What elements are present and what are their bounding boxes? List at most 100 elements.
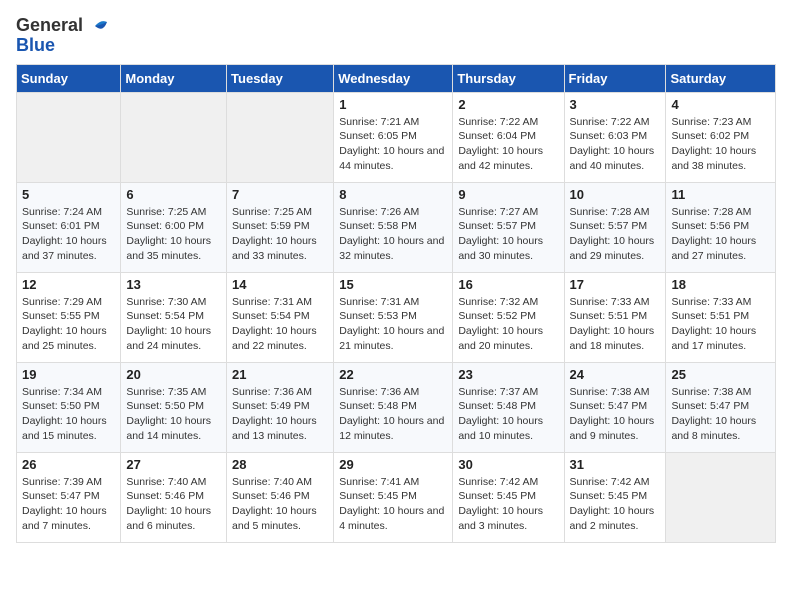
day-number: 23 [458, 367, 558, 382]
calendar-cell: 27 Sunrise: 7:40 AMSunset: 5:46 PMDayligh… [121, 452, 227, 542]
calendar-cell: 4 Sunrise: 7:23 AMSunset: 6:02 PMDaylight… [666, 92, 776, 182]
day-info: Sunrise: 7:34 AMSunset: 5:50 PMDaylight:… [22, 385, 115, 444]
day-info: Sunrise: 7:28 AMSunset: 5:57 PMDaylight:… [570, 205, 661, 264]
calendar-cell: 19 Sunrise: 7:34 AMSunset: 5:50 PMDayligh… [17, 362, 121, 452]
day-number: 10 [570, 187, 661, 202]
calendar-cell: 24 Sunrise: 7:38 AMSunset: 5:47 PMDayligh… [564, 362, 666, 452]
weekday-header-sunday: Sunday [17, 64, 121, 92]
calendar-cell: 18 Sunrise: 7:33 AMSunset: 5:51 PMDayligh… [666, 272, 776, 362]
day-number: 6 [126, 187, 221, 202]
day-info: Sunrise: 7:25 AMSunset: 5:59 PMDaylight:… [232, 205, 328, 264]
day-info: Sunrise: 7:29 AMSunset: 5:55 PMDaylight:… [22, 295, 115, 354]
day-info: Sunrise: 7:25 AMSunset: 6:00 PMDaylight:… [126, 205, 221, 264]
weekday-header-saturday: Saturday [666, 64, 776, 92]
calendar-cell: 31 Sunrise: 7:42 AMSunset: 5:45 PMDayligh… [564, 452, 666, 542]
day-info: Sunrise: 7:33 AMSunset: 5:51 PMDaylight:… [671, 295, 770, 354]
weekday-header-monday: Monday [121, 64, 227, 92]
day-info: Sunrise: 7:26 AMSunset: 5:58 PMDaylight:… [339, 205, 447, 264]
day-number: 14 [232, 277, 328, 292]
day-number: 28 [232, 457, 328, 472]
day-info: Sunrise: 7:38 AMSunset: 5:47 PMDaylight:… [671, 385, 770, 444]
day-number: 31 [570, 457, 661, 472]
day-number: 18 [671, 277, 770, 292]
day-number: 2 [458, 97, 558, 112]
calendar-cell: 23 Sunrise: 7:37 AMSunset: 5:48 PMDayligh… [453, 362, 564, 452]
day-number: 20 [126, 367, 221, 382]
day-info: Sunrise: 7:24 AMSunset: 6:01 PMDaylight:… [22, 205, 115, 264]
calendar-cell: 11 Sunrise: 7:28 AMSunset: 5:56 PMDayligh… [666, 182, 776, 272]
weekday-header-tuesday: Tuesday [227, 64, 334, 92]
day-number: 22 [339, 367, 447, 382]
day-number: 27 [126, 457, 221, 472]
calendar-cell: 12 Sunrise: 7:29 AMSunset: 5:55 PMDayligh… [17, 272, 121, 362]
day-info: Sunrise: 7:37 AMSunset: 5:48 PMDaylight:… [458, 385, 558, 444]
logo-blue-text: Blue [16, 36, 55, 56]
calendar-cell: 25 Sunrise: 7:38 AMSunset: 5:47 PMDayligh… [666, 362, 776, 452]
calendar-cell: 8 Sunrise: 7:26 AMSunset: 5:58 PMDaylight… [334, 182, 453, 272]
calendar-cell: 16Sunrise: 7:32 AMSunset: 5:52 PMDayligh… [453, 272, 564, 362]
day-number: 26 [22, 457, 115, 472]
calendar-cell: 9 Sunrise: 7:27 AMSunset: 5:57 PMDaylight… [453, 182, 564, 272]
day-info: Sunrise: 7:31 AMSunset: 5:53 PMDaylight:… [339, 295, 447, 354]
day-info: Sunrise: 7:40 AMSunset: 5:46 PMDaylight:… [232, 475, 328, 534]
calendar-cell: 22 Sunrise: 7:36 AMSunset: 5:48 PMDayligh… [334, 362, 453, 452]
calendar-cell [227, 92, 334, 182]
calendar-cell: 3 Sunrise: 7:22 AMSunset: 6:03 PMDaylight… [564, 92, 666, 182]
day-info: Sunrise: 7:36 AMSunset: 5:48 PMDaylight:… [339, 385, 447, 444]
calendar-cell: 30Sunrise: 7:42 AMSunset: 5:45 PMDayligh… [453, 452, 564, 542]
day-number: 7 [232, 187, 328, 202]
day-info: Sunrise: 7:23 AMSunset: 6:02 PMDaylight:… [671, 115, 770, 174]
day-number: 11 [671, 187, 770, 202]
day-info: Sunrise: 7:32 AMSunset: 5:52 PMDaylight:… [458, 295, 558, 354]
day-number: 3 [570, 97, 661, 112]
day-info: Sunrise: 7:22 AMSunset: 6:04 PMDaylight:… [458, 115, 558, 174]
calendar-cell: 7 Sunrise: 7:25 AMSunset: 5:59 PMDaylight… [227, 182, 334, 272]
calendar-cell: 17 Sunrise: 7:33 AMSunset: 5:51 PMDayligh… [564, 272, 666, 362]
calendar-cell: 21 Sunrise: 7:36 AMSunset: 5:49 PMDayligh… [227, 362, 334, 452]
day-number: 4 [671, 97, 770, 112]
day-info: Sunrise: 7:35 AMSunset: 5:50 PMDaylight:… [126, 385, 221, 444]
day-info: Sunrise: 7:21 AMSunset: 6:05 PMDaylight:… [339, 115, 447, 174]
day-number: 29 [339, 457, 447, 472]
day-info: Sunrise: 7:38 AMSunset: 5:47 PMDaylight:… [570, 385, 661, 444]
calendar-cell: 20 Sunrise: 7:35 AMSunset: 5:50 PMDayligh… [121, 362, 227, 452]
day-number: 30 [458, 457, 558, 472]
day-number: 1 [339, 97, 447, 112]
day-info: Sunrise: 7:42 AMSunset: 5:45 PMDaylight:… [570, 475, 661, 534]
calendar-cell [666, 452, 776, 542]
day-number: 9 [458, 187, 558, 202]
day-info: Sunrise: 7:41 AMSunset: 5:45 PMDaylight:… [339, 475, 447, 534]
day-number: 12 [22, 277, 115, 292]
weekday-header-wednesday: Wednesday [334, 64, 453, 92]
calendar-cell: 1 Sunrise: 7:21 AMSunset: 6:05 PMDaylight… [334, 92, 453, 182]
day-info: Sunrise: 7:40 AMSunset: 5:46 PMDaylight:… [126, 475, 221, 534]
day-number: 17 [570, 277, 661, 292]
day-number: 21 [232, 367, 328, 382]
day-info: Sunrise: 7:28 AMSunset: 5:56 PMDaylight:… [671, 205, 770, 264]
calendar-cell: 26 Sunrise: 7:39 AMSunset: 5:47 PMDayligh… [17, 452, 121, 542]
calendar-cell: 6 Sunrise: 7:25 AMSunset: 6:00 PMDaylight… [121, 182, 227, 272]
calendar-cell: 5 Sunrise: 7:24 AMSunset: 6:01 PMDaylight… [17, 182, 121, 272]
page-header: General Blue [16, 16, 776, 56]
day-number: 25 [671, 367, 770, 382]
calendar-cell [17, 92, 121, 182]
day-info: Sunrise: 7:27 AMSunset: 5:57 PMDaylight:… [458, 205, 558, 264]
calendar-cell: 29 Sunrise: 7:41 AMSunset: 5:45 PMDayligh… [334, 452, 453, 542]
day-number: 13 [126, 277, 221, 292]
day-info: Sunrise: 7:22 AMSunset: 6:03 PMDaylight:… [570, 115, 661, 174]
calendar-cell: 15 Sunrise: 7:31 AMSunset: 5:53 PMDayligh… [334, 272, 453, 362]
day-info: Sunrise: 7:33 AMSunset: 5:51 PMDaylight:… [570, 295, 661, 354]
day-number: 8 [339, 187, 447, 202]
day-number: 5 [22, 187, 115, 202]
calendar-cell [121, 92, 227, 182]
weekday-header-thursday: Thursday [453, 64, 564, 92]
day-number: 19 [22, 367, 115, 382]
day-number: 24 [570, 367, 661, 382]
day-number: 15 [339, 277, 447, 292]
day-info: Sunrise: 7:36 AMSunset: 5:49 PMDaylight:… [232, 385, 328, 444]
calendar-cell: 14 Sunrise: 7:31 AMSunset: 5:54 PMDayligh… [227, 272, 334, 362]
day-info: Sunrise: 7:39 AMSunset: 5:47 PMDaylight:… [22, 475, 115, 534]
calendar-cell: 2 Sunrise: 7:22 AMSunset: 6:04 PMDaylight… [453, 92, 564, 182]
logo-general-text: General [16, 16, 83, 36]
day-info: Sunrise: 7:31 AMSunset: 5:54 PMDaylight:… [232, 295, 328, 354]
